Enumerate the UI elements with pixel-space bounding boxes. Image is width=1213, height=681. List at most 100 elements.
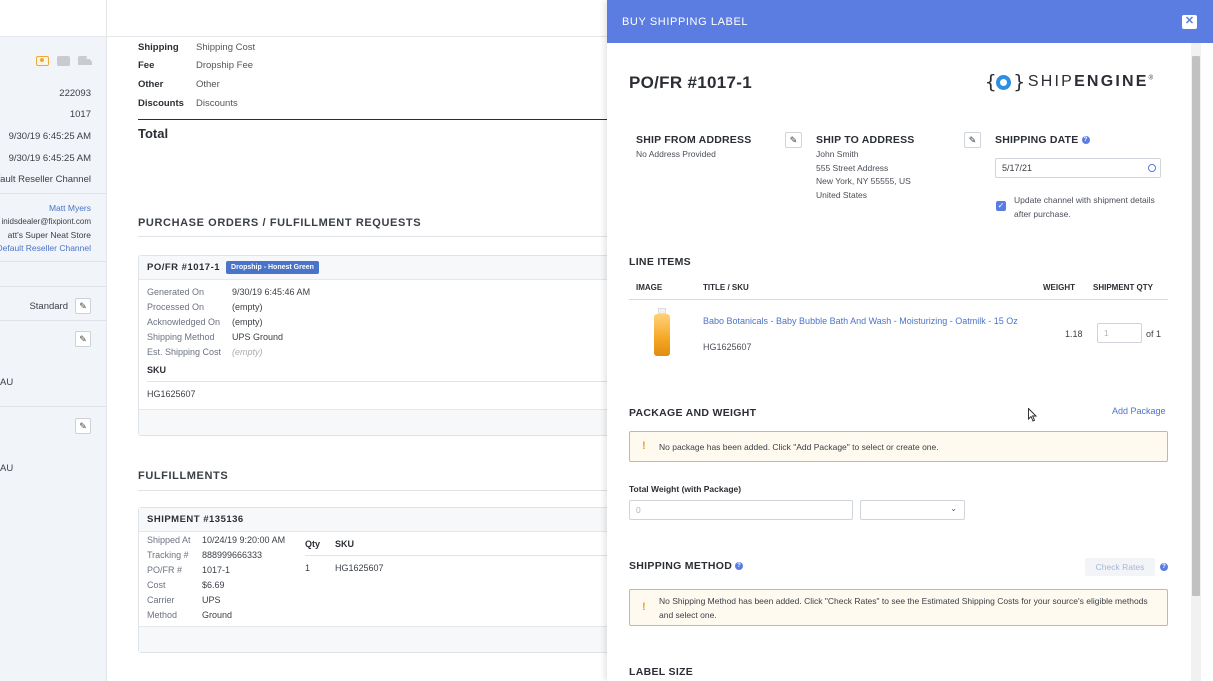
status-icons [36,56,92,66]
shipping-date-input[interactable]: 5/17/21 [995,158,1161,178]
pencil-icon: ✎ [79,333,87,344]
col-image: IMAGE [636,283,663,292]
edit-ship-from-button[interactable]: ✎ [785,132,802,148]
customer-name-link[interactable]: Matt Myers [49,203,91,213]
shipping-method-warning-text: No Shipping Method has been added. Click… [659,596,1148,620]
kv-key: Shipping Method [147,332,215,342]
shipment-card: SHIPMENT #135136 Shipped At 10/24/19 9:20… [138,507,607,653]
mouse-cursor-icon [1028,408,1037,422]
product-sku: HG1625607 [703,342,752,352]
product-title-link[interactable]: Babo Botanicals - Baby Bubble Bath And W… [703,315,1033,328]
created-date: 9/30/19 6:45:25 AM [8,131,91,142]
close-icon[interactable]: ✕ [1182,14,1197,29]
package-warning-text: No package has been added. Click "Add Pa… [659,442,939,452]
chevron-down-icon: ⌄ [950,504,957,513]
logo-text: SHIPENGINE® [1028,73,1155,91]
payment-icon [36,56,49,66]
kv-value: UPS [202,595,221,605]
po-number-title: PO/FR #1017-1 [629,73,752,92]
divider [0,193,106,194]
totals-value: Other [196,79,220,90]
edit-shipping-address-button[interactable]: ✎ [75,418,91,434]
buy-shipping-label-modal: BUY SHIPPING LABEL ✕ PO/FR #1017-1 {} SH… [607,0,1213,681]
kv-key: Tracking # [147,550,189,560]
edit-shipping-button[interactable]: ✎ [75,298,91,314]
line-items-heading: LINE ITEMS [629,256,691,268]
address-line: New York, NY 55555, US [816,176,911,186]
kv-value: (empty) [232,302,263,312]
sku-divider [147,381,607,382]
gear-icon [996,74,1012,90]
shipment-kv-row: Carrier UPS [147,595,221,605]
logo-text-bold: ENGINE [1074,73,1149,90]
po-kv-row: Est. Shipping Cost (empty) [147,347,263,357]
logo-mark: {} [985,71,1025,93]
total-label: Total [138,126,169,141]
totals-value: Discounts [196,98,238,109]
divider [0,320,106,321]
edit-billing-button[interactable]: ✎ [75,331,91,347]
shipping-date-label: SHIPPING DATE [995,134,1079,146]
channel-link[interactable]: Default Reseller Channel [0,243,91,253]
update-channel-label: Update channel with shipment details aft… [1014,195,1155,219]
kv-key: Acknowledged On [147,317,221,327]
address-line: United States [816,189,868,200]
col-shipment-qty: SHIPMENT QTY [1093,283,1154,292]
totals-key: Shipping [138,42,179,53]
shipping-method-label: SHIPPING METHOD [629,560,733,572]
total-weight-label: Total Weight (with Package) [629,484,742,494]
dropship-badge: Dropship - Honest Green [226,261,319,274]
shipping-date-heading: SHIPPING DATE? [995,134,1090,146]
po-kv-row: Processed On (empty) [147,302,263,312]
kv-key: Cost [147,580,166,590]
po-kv-row: Shipping Method UPS Ground [147,332,283,342]
package-heading: PACKAGE AND WEIGHT [629,407,757,419]
kv-key: Generated On [147,287,205,297]
totals-row-other: Other Other [138,79,220,90]
logo-brace-right: } [1013,71,1025,93]
section-rule [138,490,607,491]
kv-value: UPS Ground [232,332,284,342]
help-icon[interactable]: ? [1081,136,1090,145]
shipengine-logo: {} SHIPENGINE® [985,71,1155,93]
add-package-link[interactable]: Add Package [1112,406,1166,416]
help-icon[interactable]: ? [735,562,744,571]
ship-to-address: John Smith 555 Street Address New York, … [816,148,911,202]
label-size-heading: LABEL SIZE [629,666,694,678]
reseller-channel: fault Reseller Channel [0,174,91,185]
ship-from-heading: SHIP FROM ADDRESS [636,134,752,146]
po-sku-header: SKU [147,365,167,375]
customer-email: inidsdealer@fixpiont.com [1,217,92,226]
pencil-icon: ✎ [789,134,798,145]
shipment-qty-input[interactable]: 1 [1097,323,1142,343]
package-icon [57,56,70,66]
edit-ship-to-button[interactable]: ✎ [964,132,981,148]
shipping-country: AU [0,463,14,474]
order-main-content: Shipping Shipping Cost Fee Dropship Fee … [107,0,607,681]
po-card-footer [139,409,607,435]
check-rates-button[interactable]: Check Rates [1085,558,1155,576]
kv-key: Method [147,610,178,620]
total-weight-input[interactable]: 0 [629,500,853,520]
po-sku-value: HG1625607 [147,389,196,399]
totals-value: Dropship Fee [196,60,254,71]
pencil-icon: ✎ [968,134,977,145]
warning-icon: ! [642,440,646,452]
divider [0,406,106,407]
clear-date-icon[interactable] [1148,164,1156,172]
kv-value: $6.69 [202,580,225,590]
pencil-icon: ✎ [79,300,87,311]
fulfillments-title: FULFILLMENTS [138,470,229,482]
logo-registered-mark: ® [1148,75,1156,82]
po-kv-row: Generated On 9/30/19 6:45:46 AM [147,287,310,297]
kv-key: Processed On [147,302,205,312]
help-icon[interactable]: ? [1160,563,1168,571]
update-channel-checkbox[interactable]: ✓ [996,201,1006,211]
scrollbar-thumb[interactable] [1192,56,1200,596]
package-warning: ! No package has been added. Click "Add … [629,431,1168,462]
truck-icon [78,56,92,65]
main-topbar [107,0,607,37]
product-weight: 1.18 [1065,329,1083,339]
weight-unit-select[interactable]: ⌄ [860,500,965,520]
totals-value: Shipping Cost [196,42,256,53]
